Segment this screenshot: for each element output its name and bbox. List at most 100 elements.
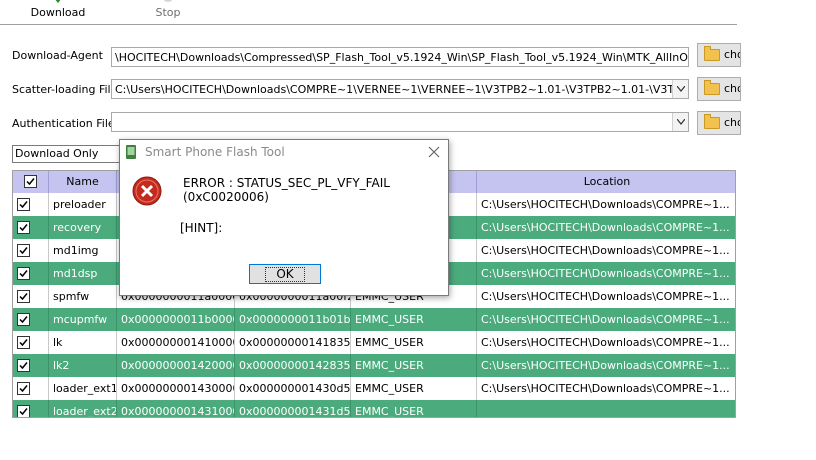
- region-cell: EMMC_USER: [351, 377, 477, 400]
- close-icon[interactable]: [427, 145, 441, 159]
- checkmark-icon: [19, 270, 28, 278]
- row-checkbox[interactable]: [17, 267, 30, 280]
- choose-label: cho: [724, 48, 740, 61]
- table-row[interactable]: loader_ext2 0x0000000014310000 0x000000001…: [13, 400, 735, 417]
- table-row[interactable]: lk2 0x0000000014200000 0x00000000142835cf E…: [13, 354, 735, 377]
- scatter-loading-field[interactable]: C:\Users\HOCITECH\Downloads\COMPRE~1\VER…: [111, 79, 689, 99]
- chevron-down-icon: [676, 118, 685, 125]
- dialog-body: ERROR : STATUS_SEC_PL_VFY_FAIL (0xC00200…: [120, 164, 448, 295]
- location-cell: [477, 400, 735, 417]
- table-row[interactable]: lk 0x0000000014100000 0x00000000141835cf EM…: [13, 331, 735, 354]
- location-cell: C:\Users\HOCITECH\Downloads\COMPRE~1...: [481, 221, 730, 234]
- row-checkbox[interactable]: [17, 336, 30, 349]
- region-cell: EMMC_USER: [351, 400, 477, 417]
- location-cell: C:\Users\HOCITECH\Downloads\COMPRE~1...: [481, 336, 730, 349]
- checkbox-cell: [13, 400, 49, 417]
- row-checkbox[interactable]: [17, 313, 30, 326]
- begin-address-cell: 0x0000000014100000: [117, 331, 235, 354]
- download-agent-field[interactable]: \HOCITECH\Downloads\Compressed\SP_Flash_…: [111, 47, 689, 67]
- checkbox-cell: [13, 239, 49, 262]
- checkmark-icon: [19, 224, 28, 232]
- name-cell: loader_ext2: [49, 400, 117, 417]
- location-cell: C:\Users\HOCITECH\Downloads\COMPRE~1...: [481, 244, 730, 257]
- location-cell: C:\Users\HOCITECH\Downloads\COMPRE~1...: [481, 382, 730, 395]
- location-cell: C:\Users\HOCITECH\Downloads\COMPRE~1...: [481, 267, 730, 280]
- row-checkbox[interactable]: [17, 221, 30, 234]
- download-arrow-icon: [55, 0, 61, 4]
- error-dialog: Smart Phone Flash Tool ERROR : STATUS_SE…: [119, 139, 449, 296]
- location-cell: C:\Users\HOCITECH\Downloads\COMPRE~1...: [481, 359, 730, 372]
- scatter-dropdown-arrow[interactable]: [672, 80, 688, 98]
- flash-tool-app-icon: [126, 145, 136, 159]
- location-column-header[interactable]: Location: [477, 171, 735, 193]
- stop-button[interactable]: Stop: [146, 0, 190, 22]
- download-agent-label: Download-Agent: [12, 49, 103, 62]
- choose-scatter-button[interactable]: cho: [697, 77, 741, 101]
- name-cell: loader_ext1: [49, 377, 117, 400]
- authentication-file-field[interactable]: [111, 112, 689, 132]
- row-checkbox[interactable]: [17, 244, 30, 257]
- select-all-header[interactable]: [13, 171, 49, 193]
- name-cell: md1dsp: [49, 262, 117, 285]
- dialog-title: Smart Phone Flash Tool: [145, 145, 285, 159]
- begin-address-cell: 0x0000000014310000: [117, 400, 235, 417]
- location-cell: C:\Users\HOCITECH\Downloads\COMPRE~1...: [481, 290, 730, 303]
- checkmark-icon: [19, 362, 28, 370]
- row-checkbox[interactable]: [17, 290, 30, 303]
- download-button-label: Download: [30, 6, 86, 19]
- checkmark-icon: [19, 293, 28, 301]
- name-column-header[interactable]: Name: [49, 171, 117, 193]
- download-mode-select[interactable]: Download Only: [12, 145, 122, 163]
- name-cell: spmfw: [49, 285, 117, 308]
- select-all-checkbox[interactable]: [24, 175, 37, 188]
- checkbox-cell: [13, 308, 49, 331]
- checkmark-icon: [19, 385, 28, 393]
- error-x-icon: [132, 176, 162, 206]
- choose-auth-button[interactable]: cho: [697, 111, 741, 135]
- checkbox-cell: [13, 216, 49, 239]
- region-cell: EMMC_USER: [351, 354, 477, 377]
- name-cell: recovery: [49, 216, 117, 239]
- error-message: ERROR : STATUS_SEC_PL_VFY_FAIL (0xC00200…: [183, 176, 390, 204]
- location-cell: C:\Users\HOCITECH\Downloads\COMPRE~1...: [481, 198, 730, 211]
- begin-address-cell: 0x0000000014200000: [117, 354, 235, 377]
- begin-address-cell: 0x0000000011b00000: [117, 308, 235, 331]
- checkmark-icon: [19, 339, 28, 347]
- table-row[interactable]: mcupmfw 0x0000000011b00000 0x0000000011b01…: [13, 308, 735, 331]
- dialog-title-bar: Smart Phone Flash Tool: [120, 140, 448, 164]
- checkmark-icon: [19, 201, 28, 209]
- end-address-cell: 0x0000000011b01bdf: [235, 308, 351, 331]
- row-checkbox[interactable]: [17, 359, 30, 372]
- begin-address-cell: 0x0000000014300000: [117, 377, 235, 400]
- row-checkbox[interactable]: [17, 382, 30, 395]
- name-cell: lk: [49, 331, 117, 354]
- name-cell: lk2: [49, 354, 117, 377]
- name-cell: md1img: [49, 239, 117, 262]
- checkbox-cell: [13, 377, 49, 400]
- row-checkbox[interactable]: [17, 198, 30, 211]
- checkbox-cell: [13, 331, 49, 354]
- region-cell: EMMC_USER: [351, 331, 477, 354]
- chevron-down-icon: [676, 85, 685, 92]
- authentication-file-label: Authentication File: [12, 117, 115, 130]
- folder-icon: [704, 80, 720, 95]
- region-cell: EMMC_USER: [351, 308, 477, 331]
- stop-button-label: Stop: [155, 6, 181, 19]
- ok-button[interactable]: OK: [249, 264, 321, 284]
- checkbox-cell: [13, 285, 49, 308]
- checkbox-cell: [13, 262, 49, 285]
- auth-dropdown-arrow[interactable]: [672, 113, 688, 131]
- checkmark-icon: [26, 178, 35, 186]
- checkbox-cell: [13, 354, 49, 377]
- checkmark-icon: [19, 316, 28, 324]
- table-row[interactable]: loader_ext1 0x0000000014300000 0x000000001…: [13, 377, 735, 400]
- row-checkbox[interactable]: [17, 405, 30, 417]
- name-cell: preloader: [49, 193, 117, 216]
- end-address-cell: 0x00000000141835cf: [235, 331, 351, 354]
- choose-download-agent-button[interactable]: cho: [697, 43, 741, 67]
- download-button[interactable]: Download: [26, 0, 90, 22]
- end-address-cell: 0x000000001430d5bf: [235, 377, 351, 400]
- choose-label: cho: [724, 82, 740, 95]
- location-cell: C:\Users\HOCITECH\Downloads\COMPRE~1...: [481, 313, 730, 326]
- checkmark-icon: [19, 408, 28, 416]
